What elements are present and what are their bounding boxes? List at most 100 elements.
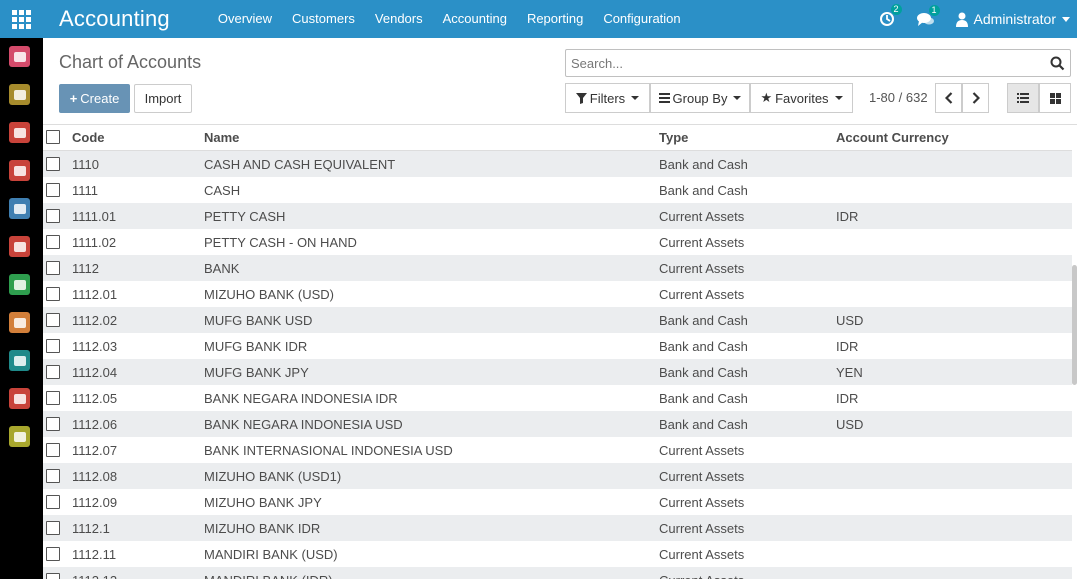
- search-icon[interactable]: [1050, 56, 1065, 71]
- menu-overview[interactable]: Overview: [218, 0, 272, 38]
- table-row[interactable]: 1112.06 BANK NEGARA INDONESIA USD Bank and…: [43, 411, 1072, 437]
- discuss-app-icon[interactable]: [9, 46, 30, 67]
- chevron-left-icon: [944, 92, 952, 104]
- messages-button[interactable]: 1: [916, 4, 940, 27]
- table-row[interactable]: 1112.05 BANK NEGARA INDONESIA IDR Bank and…: [43, 385, 1072, 411]
- apps-menu-icon[interactable]: [0, 0, 42, 38]
- table-row[interactable]: 1111.02 PETTY CASH - ON HAND Current Asset…: [43, 229, 1072, 255]
- list-bars-icon: [658, 93, 670, 103]
- apps-app-icon[interactable]: [9, 388, 30, 409]
- pager-value[interactable]: 1-80 / 632: [869, 90, 928, 105]
- row-checkbox[interactable]: [46, 443, 60, 457]
- settings-tools-app-icon[interactable]: [9, 274, 30, 295]
- row-checkbox[interactable]: [46, 365, 60, 379]
- row-checkbox[interactable]: [46, 391, 60, 405]
- cell-currency: USD: [836, 416, 864, 432]
- favorites-button[interactable]: ★ Favorites: [750, 83, 853, 113]
- menu-customers[interactable]: Customers: [292, 0, 355, 38]
- cell-type: Current Assets: [659, 208, 745, 224]
- invoicing-app-icon[interactable]: [9, 198, 30, 219]
- menu-reporting[interactable]: Reporting: [527, 0, 583, 38]
- crm-app-icon[interactable]: [9, 122, 30, 143]
- table-row[interactable]: 1112.1 MIZUHO BANK IDR Current Assets: [43, 515, 1072, 541]
- app-title[interactable]: Accounting: [59, 6, 170, 32]
- menu-configuration[interactable]: Configuration: [603, 0, 680, 38]
- app-glyph: [13, 431, 26, 442]
- accounting-app-icon[interactable]: [9, 312, 30, 333]
- row-checkbox[interactable]: [46, 417, 60, 431]
- cell-type: Current Assets: [659, 520, 745, 536]
- column-header-currency[interactable]: Account Currency: [836, 130, 949, 145]
- cell-currency: IDR: [836, 208, 859, 224]
- row-checkbox[interactable]: [46, 235, 60, 249]
- column-header-name[interactable]: Name: [204, 130, 239, 145]
- import-button[interactable]: Import: [134, 84, 192, 113]
- column-header-type[interactable]: Type: [659, 130, 688, 145]
- table-row[interactable]: 1112.11 MANDIRI BANK (USD) Current Assets: [43, 541, 1072, 567]
- settings-app-icon[interactable]: [9, 426, 30, 447]
- app-glyph: [13, 89, 26, 100]
- inventory-app-icon[interactable]: [9, 236, 30, 257]
- cell-name: BANK INTERNASIONAL INDONESIA USD: [204, 442, 453, 458]
- row-checkbox[interactable]: [46, 313, 60, 327]
- table-row[interactable]: 1112.03 MUFG BANK IDR Bank and Cash IDR: [43, 333, 1072, 359]
- calendar-app-icon[interactable]: [9, 84, 30, 105]
- pager-next-button[interactable]: [962, 83, 989, 113]
- table-row[interactable]: 1110 CASH AND CASH EQUIVALENT Bank and Cas…: [43, 151, 1072, 177]
- chevron-right-icon: [972, 92, 980, 104]
- filters-button[interactable]: Filters: [565, 83, 650, 113]
- row-checkbox[interactable]: [46, 157, 60, 171]
- app-glyph: [13, 317, 26, 328]
- cell-type: Current Assets: [659, 260, 745, 276]
- sales-app-icon[interactable]: [9, 160, 30, 181]
- employees-app-icon[interactable]: [9, 350, 30, 371]
- column-header-code[interactable]: Code: [72, 130, 105, 145]
- table-row[interactable]: 1112.08 MIZUHO BANK (USD1) Current Assets: [43, 463, 1072, 489]
- group-by-button[interactable]: Group By: [650, 83, 750, 113]
- row-checkbox[interactable]: [46, 209, 60, 223]
- cell-type: Current Assets: [659, 442, 745, 458]
- row-checkbox[interactable]: [46, 339, 60, 353]
- search-input[interactable]: [566, 50, 1036, 76]
- cell-code: 1112.09: [72, 494, 118, 510]
- row-checkbox[interactable]: [46, 287, 60, 301]
- row-checkbox[interactable]: [46, 573, 60, 579]
- main-menu: Overview Customers Vendors Accounting Re…: [218, 0, 701, 38]
- table-row[interactable]: 1112.09 MIZUHO BANK JPY Current Assets: [43, 489, 1072, 515]
- pager-previous-button[interactable]: [935, 83, 962, 113]
- table-row[interactable]: 1112.04 MUFG BANK JPY Bank and Cash YEN: [43, 359, 1072, 385]
- table-row[interactable]: 1112.07 BANK INTERNASIONAL INDONESIA USD C…: [43, 437, 1072, 463]
- kanban-view-button[interactable]: [1039, 83, 1071, 113]
- table-row[interactable]: 1112.01 MIZUHO BANK (USD) Current Assets: [43, 281, 1072, 307]
- table-row[interactable]: 1111.01 PETTY CASH Current Assets IDR: [43, 203, 1072, 229]
- activity-button[interactable]: 2: [879, 4, 902, 27]
- cell-code: 1112.08: [72, 468, 118, 484]
- list-view-button[interactable]: [1007, 83, 1039, 113]
- top-navbar: Accounting Overview Customers Vendors Ac…: [0, 0, 1077, 38]
- app-glyph: [13, 203, 26, 214]
- app-glyph: [13, 393, 26, 404]
- table-row[interactable]: 1112.02 MUFG BANK USD Bank and Cash USD: [43, 307, 1072, 333]
- row-checkbox[interactable]: [46, 469, 60, 483]
- row-checkbox[interactable]: [46, 183, 60, 197]
- vertical-scrollbar[interactable]: [1072, 265, 1077, 385]
- row-checkbox[interactable]: [46, 261, 60, 275]
- row-checkbox[interactable]: [46, 521, 60, 535]
- create-button[interactable]: + Create: [59, 84, 130, 113]
- menu-vendors[interactable]: Vendors: [375, 0, 423, 38]
- table-row[interactable]: 1112.12 MANDIRI BANK (IDR) Current Assets: [43, 567, 1072, 579]
- select-all-checkbox[interactable]: [46, 130, 60, 144]
- cell-code: 1112.12: [72, 573, 117, 579]
- cell-code: 1112: [72, 260, 99, 276]
- table-row[interactable]: 1112 BANK Current Assets: [43, 255, 1072, 281]
- user-menu[interactable]: Administrator: [955, 11, 1070, 27]
- table-row[interactable]: 1111 CASH Bank and Cash: [43, 177, 1072, 203]
- row-checkbox[interactable]: [46, 547, 60, 561]
- menu-accounting[interactable]: Accounting: [443, 0, 507, 38]
- cell-name: MIZUHO BANK (USD1): [204, 468, 342, 484]
- group-by-label: Group By: [672, 90, 728, 106]
- cell-name: MANDIRI BANK (USD): [204, 546, 338, 562]
- row-checkbox[interactable]: [46, 495, 60, 509]
- cell-code: 1112.1: [72, 520, 110, 536]
- cell-name: MUFG BANK IDR: [204, 338, 308, 354]
